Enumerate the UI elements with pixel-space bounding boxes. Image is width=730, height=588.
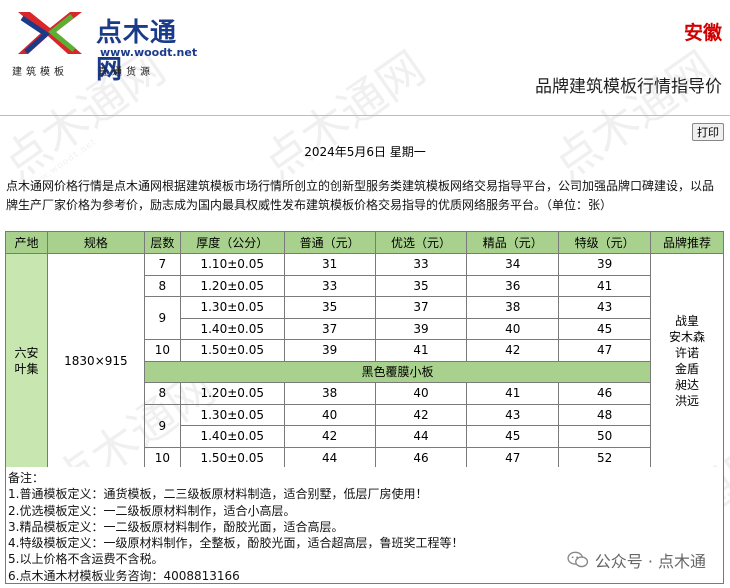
layers-cell: 8 <box>143 382 181 405</box>
regular-price-cell: 31 <box>283 253 376 276</box>
col-header-preferred: 优选（元） <box>374 231 468 254</box>
regular-price-cell: 38 <box>283 382 376 405</box>
note-line: 1.普通模板定义：通货模板，二三级板原材料制造，适合别墅，低层厂房使用！ <box>8 487 428 502</box>
logo-x-icon <box>18 12 82 54</box>
report-date: 2024年5月6日 星期一 <box>304 145 426 159</box>
brand-item: 昶达 <box>675 378 700 392</box>
preferred-price-cell: 44 <box>374 425 468 448</box>
tagline-right: 直通货源 <box>98 67 154 78</box>
origin-cell: 六安叶集 <box>5 253 48 469</box>
premium-price-cell: 47 <box>466 446 560 469</box>
wechat-icon <box>567 551 588 568</box>
wechat-watermark: 公众号 · 点木通 <box>567 548 706 572</box>
logo-tagline: 建筑模板 直通货源 <box>12 63 154 78</box>
brand-item: 许诺 <box>675 346 700 360</box>
premium-price-cell: 42 <box>466 339 560 362</box>
table-row: 六安叶集 1830×915 7 1.10±0.05 31 33 34 39 战皇… <box>5 253 724 469</box>
col-header-layers: 层数 <box>143 231 181 254</box>
preferred-price-cell: 35 <box>374 274 468 297</box>
special-price-cell: 48 <box>558 403 652 426</box>
band-label: 黑色覆膜小板 <box>143 360 652 383</box>
preferred-price-cell: 41 <box>374 339 468 362</box>
preferred-price-cell: 37 <box>374 296 468 319</box>
price-table: 产地 规格 层数 厚度（公分） 普通（元） 优选（元） 精品（元） 特级（元） … <box>5 231 724 469</box>
thickness-cell: 1.30±0.05 <box>179 403 285 426</box>
thickness-cell: 1.20±0.05 <box>179 382 285 405</box>
thickness-cell: 1.50±0.05 <box>179 339 285 362</box>
special-price-cell: 47 <box>558 339 652 362</box>
brand-item: 安木森 <box>669 330 706 344</box>
regular-price-cell: 33 <box>283 274 376 297</box>
site-logo[interactable]: 点木通网 www.woodt.net 建筑模板 直通货源 <box>8 6 198 85</box>
thickness-cell: 1.40±0.05 <box>179 425 285 448</box>
preferred-price-cell: 39 <box>374 317 468 340</box>
premium-price-cell: 43 <box>466 403 560 426</box>
premium-price-cell: 34 <box>466 253 560 276</box>
special-price-cell: 52 <box>558 446 652 469</box>
spec-cell: 1830×915 <box>46 253 145 469</box>
note-line: 3.精品模板定义：一二级板原材料制作，酚胶光面，适合高层。 <box>8 519 344 534</box>
wechat-label: 公众号 · 点木通 <box>594 552 706 571</box>
premium-price-cell: 36 <box>466 274 560 297</box>
special-price-cell: 39 <box>558 253 652 276</box>
premium-price-cell: 40 <box>466 317 560 340</box>
special-price-cell: 50 <box>558 425 652 448</box>
layers-cell: 8 <box>143 274 181 297</box>
print-button[interactable]: 打印 <box>692 123 724 141</box>
preferred-price-cell: 33 <box>374 253 468 276</box>
layers-cell: 9 <box>143 296 181 340</box>
thickness-cell: 1.50±0.05 <box>179 446 285 469</box>
thickness-cell: 1.30±0.05 <box>179 296 285 319</box>
premium-price-cell: 45 <box>466 425 560 448</box>
col-header-premium: 精品（元） <box>466 231 560 254</box>
thickness-cell: 1.40±0.05 <box>179 317 285 340</box>
brand-item: 洪远 <box>675 394 700 408</box>
col-header-special: 特级（元） <box>558 231 652 254</box>
preferred-price-cell: 40 <box>374 382 468 405</box>
special-price-cell: 45 <box>558 317 652 340</box>
watermark-right: 点木通网 <box>542 40 725 191</box>
regular-price-cell: 40 <box>283 403 376 426</box>
brand-item: 金盾 <box>675 362 700 376</box>
special-price-cell: 41 <box>558 274 652 297</box>
header-divider <box>0 115 730 116</box>
preferred-price-cell: 42 <box>374 403 468 426</box>
note-line: 2.优选模板定义：一二级板原材料制作，适合小高层。 <box>8 503 296 518</box>
watermark-center: 点木通网 <box>252 40 435 191</box>
logo-url: www.woodt.net <box>100 46 198 59</box>
table-header-row: 产地 规格 层数 厚度（公分） 普通（元） 优选（元） 精品（元） 特级（元） … <box>5 231 724 254</box>
regular-price-cell: 39 <box>283 339 376 362</box>
origin-text: 六安叶集 <box>14 346 39 376</box>
intro-text: 点木通网价格行情是点木通网根据建筑模板市场行情所创立的创新型服务类建筑模板网络交… <box>6 179 715 212</box>
regular-price-cell: 44 <box>283 446 376 469</box>
province-title: 安徽 <box>683 22 722 44</box>
col-header-spec: 规格 <box>46 231 145 254</box>
preferred-price-cell: 46 <box>374 446 468 469</box>
special-price-cell: 46 <box>558 382 652 405</box>
layers-cell: 10 <box>143 446 181 469</box>
col-header-thickness: 厚度（公分） <box>179 231 285 254</box>
page-subtitle: 品牌建筑模板行情指导价 <box>535 77 722 97</box>
brand-list-cell: 战皇 安木森 许诺 金盾 昶达 洪远 <box>650 253 724 469</box>
layers-cell: 9 <box>143 403 181 448</box>
regular-price-cell: 35 <box>283 296 376 319</box>
tagline-left: 建筑模板 <box>12 67 68 78</box>
premium-price-cell: 41 <box>466 382 560 405</box>
thickness-cell: 1.20±0.05 <box>179 274 285 297</box>
thickness-cell: 1.10±0.05 <box>179 253 285 276</box>
premium-price-cell: 38 <box>466 296 560 319</box>
notes-title: 备注： <box>8 471 45 485</box>
brand-item: 战皇 <box>675 314 700 328</box>
col-header-regular: 普通（元） <box>283 231 376 254</box>
layers-cell: 10 <box>143 339 181 362</box>
col-header-brands: 品牌推荐 <box>650 231 724 254</box>
regular-price-cell: 37 <box>283 317 376 340</box>
regular-price-cell: 42 <box>283 425 376 448</box>
special-price-cell: 43 <box>558 296 652 319</box>
layers-cell: 7 <box>143 253 181 276</box>
col-header-origin: 产地 <box>5 231 48 254</box>
